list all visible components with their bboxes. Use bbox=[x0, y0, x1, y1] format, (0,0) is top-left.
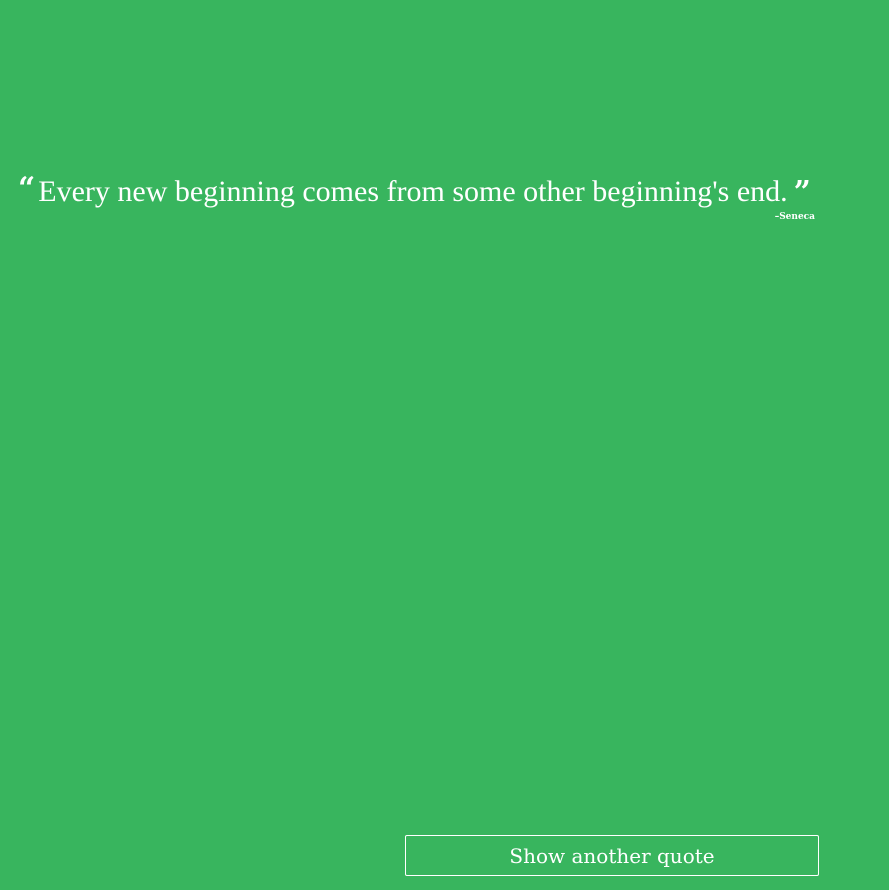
quote-author: –Seneca bbox=[774, 212, 815, 222]
show-another-quote-button[interactable]: Show another quote bbox=[405, 835, 819, 876]
quote-text: Every new beginning comes from some othe… bbox=[38, 175, 788, 208]
close-quote-icon: ” bbox=[793, 175, 811, 210]
open-quote-icon: “ bbox=[18, 171, 36, 206]
quote-line: “ Every new beginning comes from some ot… bbox=[18, 172, 818, 212]
quote-container: “ Every new beginning comes from some ot… bbox=[18, 172, 818, 223]
